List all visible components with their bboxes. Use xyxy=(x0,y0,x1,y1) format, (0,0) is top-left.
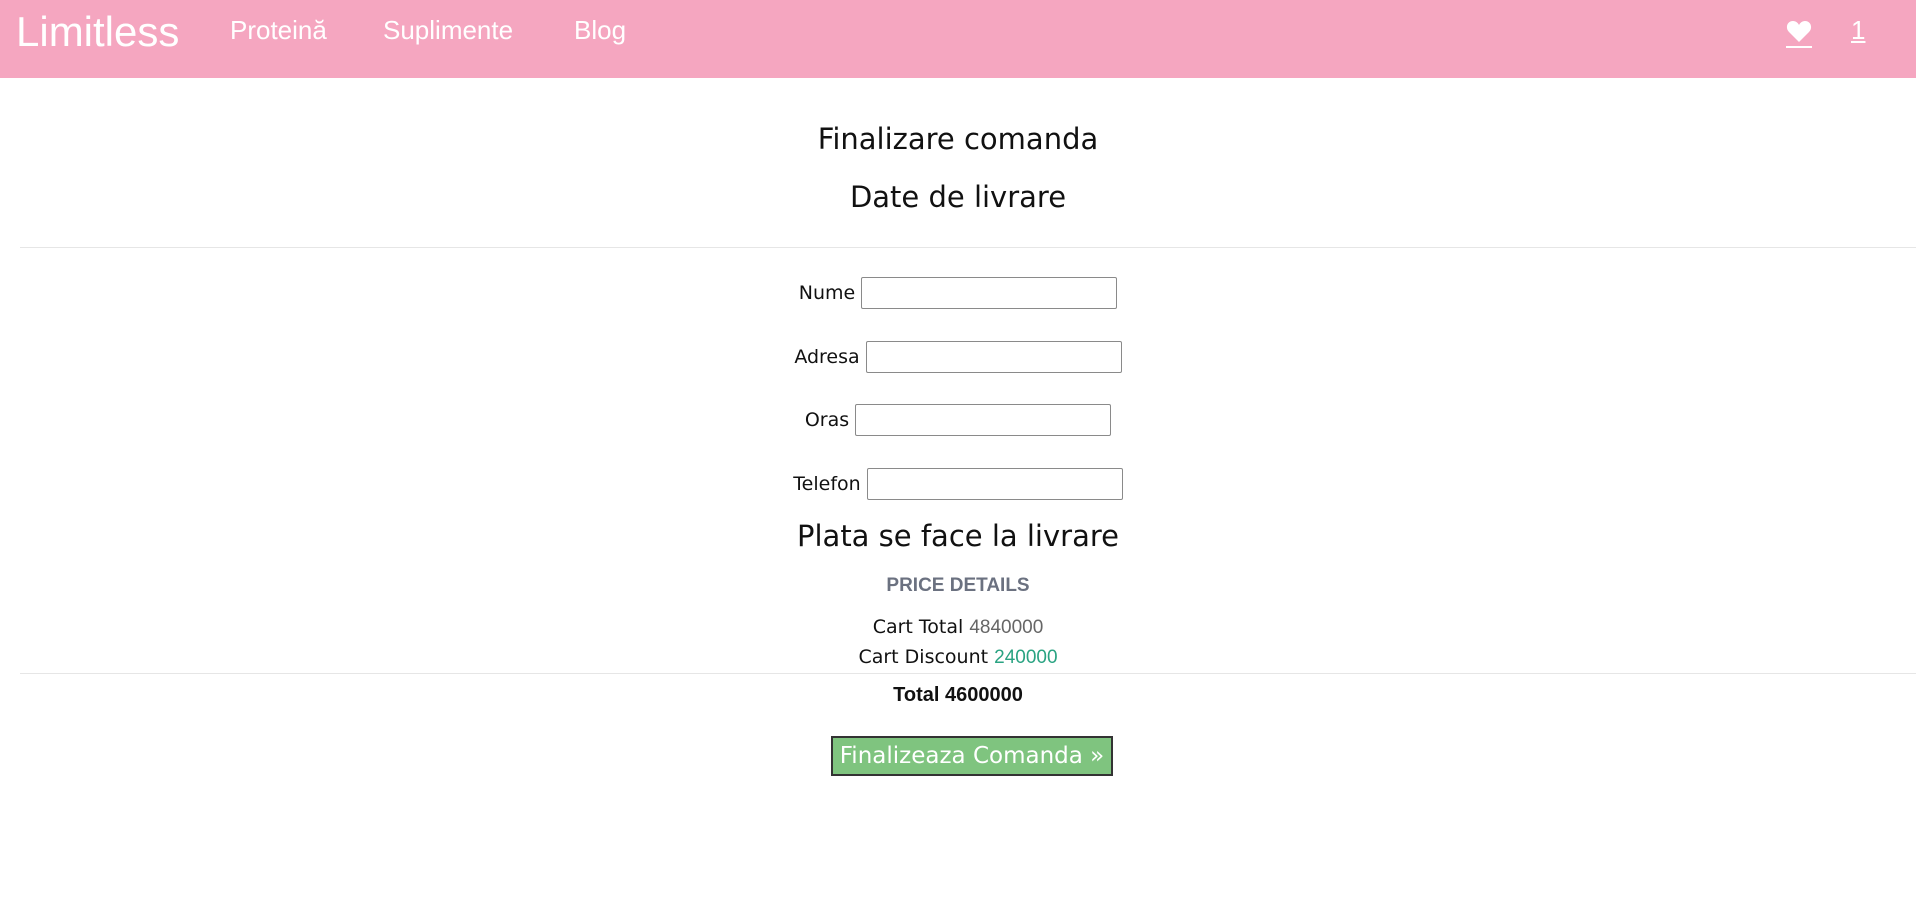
top-navbar: Limitless Proteină Suplimente Blog 1 xyxy=(0,0,1916,78)
order-total: Total 4600000 xyxy=(0,684,1916,707)
name-input[interactable] xyxy=(861,277,1118,309)
cart-discount-line: Cart Discount 240000 xyxy=(0,646,1916,669)
price-details-title: PRICE DETAILS xyxy=(886,575,1030,596)
section-subtitle: Date de livrare xyxy=(849,180,1067,214)
cart-total-value: 4840000 xyxy=(969,617,1044,638)
address-input[interactable] xyxy=(865,341,1122,373)
cart-count-link[interactable]: 1 xyxy=(1851,15,1865,46)
name-field-row: Nume xyxy=(0,275,1916,311)
phone-input[interactable] xyxy=(866,468,1123,500)
cart-discount-label: Cart Discount xyxy=(858,646,989,668)
phone-label: Telefon xyxy=(793,473,861,495)
heart-icon[interactable] xyxy=(1786,20,1812,48)
address-field-row: Adresa xyxy=(0,339,1916,375)
nav-link-blog[interactable]: Blog xyxy=(574,15,626,46)
cart-discount-value: 240000 xyxy=(994,647,1058,668)
nav-link-suplimente[interactable]: Suplimente xyxy=(383,15,513,46)
nav-link-proteina[interactable]: Proteină xyxy=(230,15,327,46)
city-input[interactable] xyxy=(855,404,1112,436)
cart-total-label: Cart Total xyxy=(872,616,964,638)
finalize-order-button[interactable]: Finalizeaza Comanda » xyxy=(831,736,1113,776)
city-field-row: Oras xyxy=(0,402,1916,438)
address-label: Adresa xyxy=(794,346,860,368)
brand-logo[interactable]: Limitless xyxy=(16,8,179,56)
divider xyxy=(20,673,1916,674)
city-label: Oras xyxy=(804,409,850,431)
cart-total-line: Cart Total 4840000 xyxy=(0,616,1916,639)
payment-note: Plata se face la livrare xyxy=(797,519,1119,553)
page-title: Finalizare comanda xyxy=(817,122,1099,156)
name-label: Nume xyxy=(798,282,856,304)
phone-field-row: Telefon xyxy=(0,466,1916,502)
total-label: Total xyxy=(893,684,940,706)
divider xyxy=(20,247,1916,248)
total-value: 4600000 xyxy=(944,684,1023,706)
